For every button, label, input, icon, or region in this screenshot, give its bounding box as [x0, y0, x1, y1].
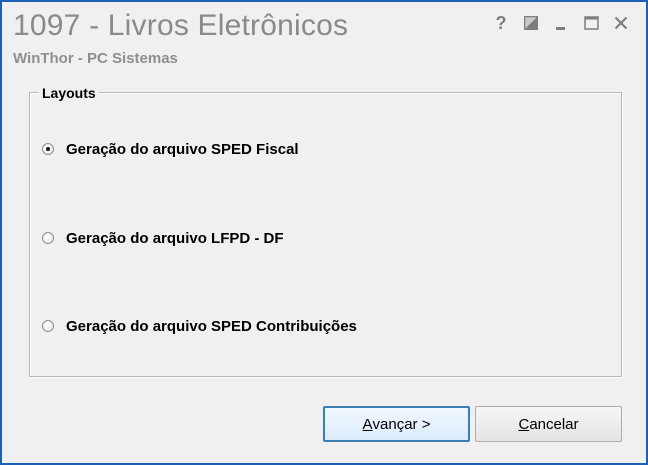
window-title: 1097 - Livros Eletrônicos: [13, 9, 349, 42]
minimize-icon: [556, 27, 565, 30]
app-window: 1097 - Livros Eletrônicos WinThor - PC S…: [0, 0, 648, 465]
radio-button[interactable]: [42, 232, 54, 244]
next-label: vançar >: [372, 415, 431, 433]
maximize-icon: [583, 16, 599, 30]
radio-sped-fiscal[interactable]: Geração do arquivo SPED Fiscal: [42, 139, 299, 159]
contrast-icon: [524, 16, 538, 30]
help-icon: ?: [495, 12, 507, 33]
radio-label: Geração do arquivo SPED Fiscal: [66, 140, 299, 158]
next-hotkey: A: [362, 415, 373, 433]
cancel-label: ancelar: [529, 415, 579, 433]
next-button[interactable]: Avançar >: [323, 406, 470, 442]
maximize-button[interactable]: [576, 10, 606, 36]
cancel-hotkey: C: [518, 415, 530, 433]
cancel-button[interactable]: Cancelar: [475, 406, 622, 442]
dialog-content: Layouts Geração do arquivo SPED Fiscal G…: [2, 72, 646, 463]
minimize-button[interactable]: [546, 10, 576, 36]
layouts-group-label: Layouts: [39, 85, 99, 101]
theme-toggle-button[interactable]: [516, 10, 546, 36]
help-button[interactable]: ?: [486, 10, 516, 36]
radio-label: Geração do arquivo SPED Contribuições: [66, 317, 357, 335]
close-button[interactable]: [606, 10, 636, 36]
window-subtitle: WinThor - PC Sistemas: [13, 50, 178, 67]
radio-lfpd-df[interactable]: Geração do arquivo LFPD - DF: [42, 228, 284, 248]
radio-button[interactable]: [42, 143, 54, 155]
window-controls: ?: [486, 10, 636, 36]
title-bar[interactable]: 1097 - Livros Eletrônicos WinThor - PC S…: [2, 2, 646, 72]
radio-button[interactable]: [42, 320, 54, 332]
close-icon: [614, 16, 628, 30]
radio-label: Geração do arquivo LFPD - DF: [66, 229, 284, 247]
radio-sped-contribuicoes[interactable]: Geração do arquivo SPED Contribuições: [42, 316, 357, 336]
